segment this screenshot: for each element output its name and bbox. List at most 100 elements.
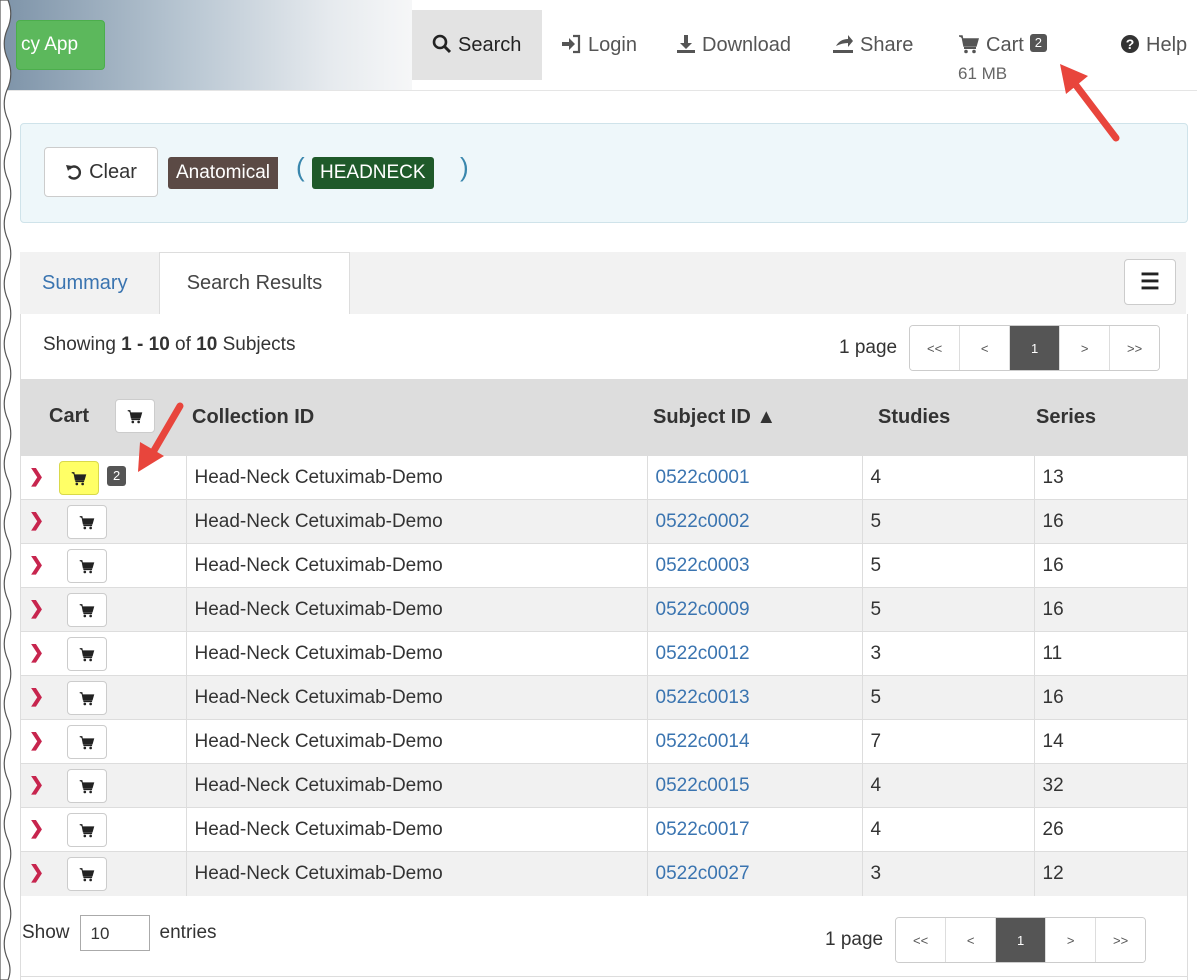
series-cell: 14 bbox=[1034, 719, 1187, 764]
annotation-arrow-row bbox=[138, 402, 184, 472]
top-navbar: cy App Search Login Download Share Cart … bbox=[0, 0, 1197, 91]
series-cell: 16 bbox=[1034, 587, 1187, 632]
table-row[interactable]: ❯ Head-Neck Cetuximab-Demo 0522c0015 4 32 bbox=[21, 763, 1187, 808]
add-to-cart-button[interactable] bbox=[67, 725, 107, 759]
pager-next-bottom[interactable]: > bbox=[1045, 918, 1096, 962]
help-icon: ? bbox=[1121, 35, 1139, 53]
nav-search[interactable]: Search bbox=[412, 10, 542, 80]
pager-first[interactable]: << bbox=[910, 326, 960, 370]
open-paren: ( bbox=[296, 152, 305, 182]
pager-first-bottom[interactable]: << bbox=[896, 918, 946, 962]
col-header-studies[interactable]: Studies bbox=[862, 379, 1034, 456]
subject-id-link[interactable]: 0522c0017 bbox=[647, 807, 863, 852]
nav-download-label: Download bbox=[702, 34, 791, 56]
bottom-pagination: 1 page << < 1 > >> bbox=[825, 917, 1147, 963]
table-row[interactable]: ❯ Head-Neck Cetuximab-Demo 0522c0017 4 26 bbox=[21, 807, 1187, 852]
expand-chevron-icon[interactable]: ❯ bbox=[29, 686, 44, 707]
subject-id-link[interactable]: 0522c0015 bbox=[647, 763, 863, 808]
collection-id-cell: Head-Neck Cetuximab-Demo bbox=[186, 807, 648, 852]
add-to-cart-button[interactable] bbox=[67, 505, 107, 539]
annotation-arrow-cart bbox=[1060, 64, 1120, 142]
filter-value-tag[interactable]: HEADNECK bbox=[312, 157, 434, 189]
showing-range: 1 - 10 bbox=[121, 334, 170, 355]
expand-chevron-icon[interactable]: ❯ bbox=[29, 642, 44, 663]
pager-current-bottom[interactable]: 1 bbox=[995, 918, 1046, 962]
cart-cell: ❯ bbox=[21, 675, 187, 720]
subject-id-link[interactable]: 0522c0003 bbox=[647, 543, 863, 588]
col-header-subject[interactable]: Subject ID ▲ bbox=[647, 379, 862, 456]
nav-login[interactable]: Login bbox=[560, 10, 637, 80]
collection-id-cell: Head-Neck Cetuximab-Demo bbox=[186, 631, 648, 676]
table-row[interactable]: ❯ Head-Neck Cetuximab-Demo 0522c0009 5 16 bbox=[21, 587, 1187, 632]
col-header-collection[interactable]: Collection ID bbox=[186, 379, 647, 456]
cart-cell: ❯ bbox=[21, 851, 187, 896]
table-row[interactable]: ❯ Head-Neck Cetuximab-Demo 0522c0012 3 11 bbox=[21, 631, 1187, 676]
collection-id-cell: Head-Neck Cetuximab-Demo bbox=[186, 587, 648, 632]
series-cell: 12 bbox=[1034, 851, 1187, 896]
studies-cell: 4 bbox=[862, 455, 1035, 500]
subject-id-link[interactable]: 0522c0013 bbox=[647, 675, 863, 720]
nav-login-label: Login bbox=[588, 34, 637, 56]
clear-button[interactable]: Clear bbox=[44, 147, 158, 197]
add-to-cart-button[interactable] bbox=[67, 813, 107, 847]
close-paren: ) bbox=[460, 152, 469, 182]
collection-id-cell: Head-Neck Cetuximab-Demo bbox=[186, 675, 648, 720]
table-row[interactable]: ❯ Head-Neck Cetuximab-Demo 0522c0002 5 16 bbox=[21, 499, 1187, 544]
expand-chevron-icon[interactable]: ❯ bbox=[29, 818, 44, 839]
expand-chevron-icon[interactable]: ❯ bbox=[29, 554, 44, 575]
studies-cell: 5 bbox=[862, 675, 1035, 720]
cart-cell: ❯ bbox=[21, 719, 187, 764]
expand-chevron-icon[interactable]: ❯ bbox=[29, 862, 44, 883]
cart-cell: ❯ bbox=[21, 807, 187, 852]
in-cart-button[interactable] bbox=[59, 461, 99, 495]
subject-id-link[interactable]: 0522c0002 bbox=[647, 499, 863, 544]
subject-id-link[interactable]: 0522c0012 bbox=[647, 631, 863, 676]
tab-summary[interactable]: Summary bbox=[42, 252, 128, 314]
expand-chevron-icon[interactable]: ❯ bbox=[29, 510, 44, 531]
showing-unit: Subjects bbox=[217, 334, 296, 355]
expand-chevron-icon[interactable]: ❯ bbox=[29, 774, 44, 795]
pager-next[interactable]: > bbox=[1059, 326, 1110, 370]
cart-icon bbox=[79, 515, 95, 529]
series-cell: 26 bbox=[1034, 807, 1187, 852]
table-row[interactable]: ❯ Head-Neck Cetuximab-Demo 0522c0014 7 14 bbox=[21, 719, 1187, 764]
nav-help[interactable]: ? Help bbox=[1120, 10, 1187, 80]
cart-count-badge: 2 bbox=[1029, 34, 1048, 52]
add-to-cart-button[interactable] bbox=[67, 857, 107, 891]
table-row[interactable]: ❯ 2 Head-Neck Cetuximab-Demo 0522c0001 4 13 bbox=[21, 455, 1187, 500]
table-row[interactable]: ❯ Head-Neck Cetuximab-Demo 0522c0003 5 16 bbox=[21, 543, 1187, 588]
pager-last[interactable]: >> bbox=[1109, 326, 1160, 370]
cart-icon bbox=[79, 779, 95, 793]
column-menu-button[interactable]: ☰ bbox=[1124, 259, 1176, 305]
expand-chevron-icon[interactable]: ❯ bbox=[29, 598, 44, 619]
results-panel: Showing 1 - 10 of 10 Subjects 1 page << … bbox=[20, 314, 1188, 980]
subject-id-link[interactable]: 0522c0001 bbox=[647, 455, 863, 500]
subject-id-link[interactable]: 0522c0027 bbox=[647, 851, 863, 896]
cart-cell: ❯ bbox=[21, 587, 187, 632]
pager-current[interactable]: 1 bbox=[1009, 326, 1060, 370]
add-to-cart-button[interactable] bbox=[67, 637, 107, 671]
subject-id-link[interactable]: 0522c0014 bbox=[647, 719, 863, 764]
add-to-cart-button[interactable] bbox=[67, 769, 107, 803]
pager-prev-bottom[interactable]: < bbox=[945, 918, 996, 962]
pager-last-bottom[interactable]: >> bbox=[1095, 918, 1146, 962]
tab-search-results[interactable]: Search Results bbox=[159, 252, 350, 315]
expand-chevron-icon[interactable]: ❯ bbox=[29, 466, 44, 487]
app-switch-button[interactable]: cy App bbox=[16, 20, 105, 70]
nav-download[interactable]: Download bbox=[676, 10, 791, 80]
col-header-series[interactable]: Series bbox=[1034, 379, 1187, 456]
add-to-cart-button[interactable] bbox=[67, 681, 107, 715]
cart-icon bbox=[79, 559, 95, 573]
table-row[interactable]: ❯ Head-Neck Cetuximab-Demo 0522c0013 5 16 bbox=[21, 675, 1187, 720]
nav-share[interactable]: Share bbox=[832, 10, 913, 80]
pager-prev[interactable]: < bbox=[959, 326, 1010, 370]
cart-icon bbox=[79, 867, 95, 881]
add-to-cart-button[interactable] bbox=[67, 549, 107, 583]
page-size-input[interactable]: 10 bbox=[79, 915, 150, 951]
collection-id-cell: Head-Neck Cetuximab-Demo bbox=[186, 763, 648, 808]
expand-chevron-icon[interactable]: ❯ bbox=[29, 730, 44, 751]
add-to-cart-button[interactable] bbox=[67, 593, 107, 627]
studies-cell: 7 bbox=[862, 719, 1035, 764]
table-row[interactable]: ❯ Head-Neck Cetuximab-Demo 0522c0027 3 12 bbox=[21, 851, 1187, 896]
subject-id-link[interactable]: 0522c0009 bbox=[647, 587, 863, 632]
